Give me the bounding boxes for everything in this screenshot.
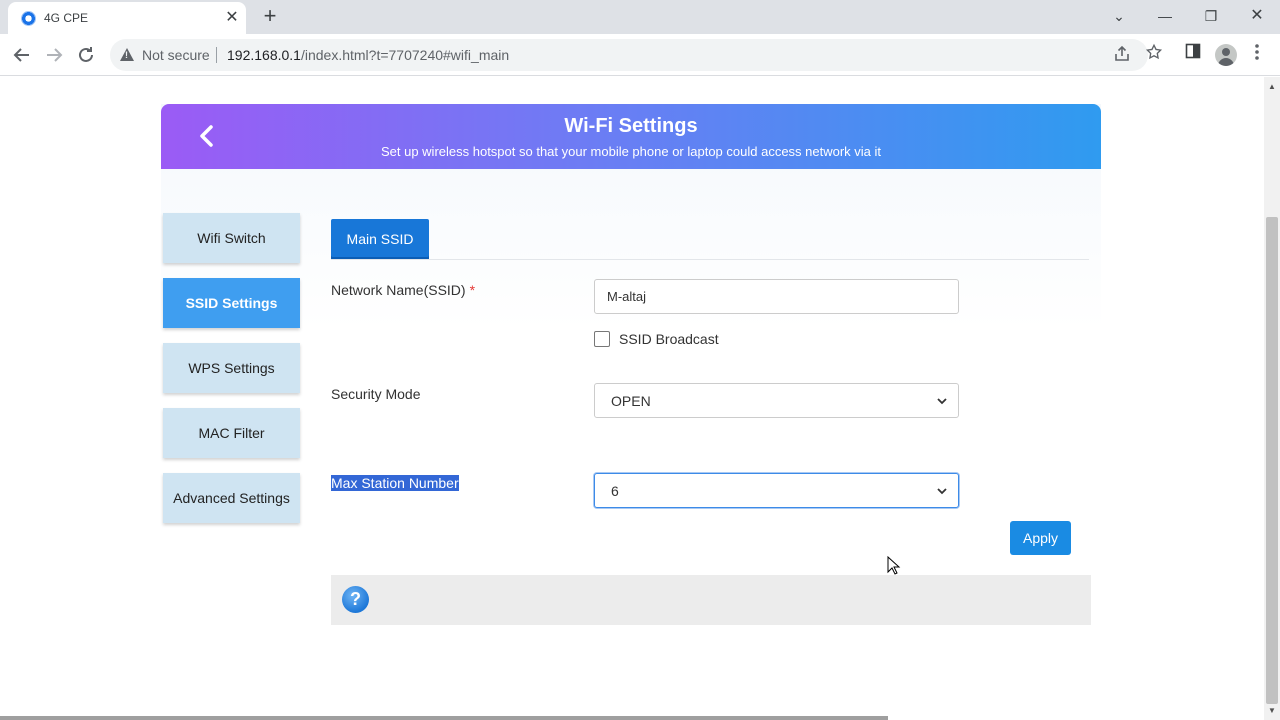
security-status[interactable]: Not secure bbox=[142, 47, 210, 63]
ssid-broadcast-checkbox[interactable] bbox=[594, 331, 610, 347]
close-window-button[interactable]: ✕ bbox=[1245, 5, 1269, 27]
ssid-input[interactable] bbox=[594, 279, 959, 314]
sidebar-item-mac-filter[interactable]: MAC Filter bbox=[163, 408, 300, 458]
tab-divider bbox=[331, 259, 1089, 260]
ssid-broadcast-label[interactable]: SSID Broadcast bbox=[619, 331, 719, 347]
security-mode-select[interactable]: OPEN bbox=[594, 383, 959, 418]
page-header-banner: Wi-Fi Settings Set up wireless hotspot s… bbox=[161, 104, 1101, 169]
max-station-select[interactable]: 6 bbox=[594, 473, 959, 508]
browser-toolbar: Not secure 192.168.0.1/index.html?t=7707… bbox=[0, 34, 1280, 76]
address-separator bbox=[216, 47, 217, 63]
security-mode-label: Security Mode bbox=[331, 386, 421, 402]
chevron-down-icon bbox=[937, 398, 947, 405]
scroll-up-icon[interactable]: ▲ bbox=[1264, 79, 1280, 95]
sidebar-item-advanced-settings[interactable]: Advanced Settings bbox=[163, 473, 300, 523]
forward-icon[interactable] bbox=[42, 43, 66, 67]
horizontal-scrollbar[interactable] bbox=[0, 716, 888, 720]
browser-tab[interactable]: 4G CPE ✕ bbox=[8, 2, 246, 34]
profile-avatar-icon[interactable] bbox=[1215, 44, 1237, 66]
warning-icon[interactable] bbox=[120, 48, 134, 61]
reload-icon[interactable] bbox=[74, 43, 98, 67]
share-icon[interactable] bbox=[1112, 45, 1132, 65]
site-favicon-icon bbox=[21, 11, 36, 26]
help-bar: ? bbox=[331, 575, 1091, 625]
ssid-field-label: Network Name(SSID) * bbox=[331, 282, 475, 298]
bookmark-star-icon[interactable] bbox=[1142, 43, 1166, 67]
max-station-label: Max Station Number bbox=[331, 475, 459, 491]
chevron-down-icon bbox=[937, 488, 947, 495]
sidebar-item-wifi-switch[interactable]: Wifi Switch bbox=[163, 213, 300, 263]
page-subtitle: Set up wireless hotspot so that your mob… bbox=[380, 144, 882, 159]
scrollbar-thumb[interactable] bbox=[1266, 217, 1278, 704]
side-panel-icon[interactable] bbox=[1181, 43, 1205, 67]
address-bar[interactable]: Not secure 192.168.0.1/index.html?t=7707… bbox=[110, 39, 1148, 71]
tab-close-icon[interactable]: ✕ bbox=[222, 8, 242, 28]
ssid-label-text: Network Name(SSID) bbox=[331, 282, 466, 298]
help-icon[interactable]: ? bbox=[342, 586, 369, 613]
tab-title: 4G CPE bbox=[44, 11, 89, 25]
tab-search-icon[interactable]: ⌄ bbox=[1107, 5, 1131, 27]
security-mode-value: OPEN bbox=[611, 393, 651, 409]
apply-button[interactable]: Apply bbox=[1010, 521, 1071, 555]
tab-main-ssid[interactable]: Main SSID bbox=[331, 219, 429, 260]
back-icon[interactable] bbox=[10, 43, 34, 67]
sidebar-item-wps-settings[interactable]: WPS Settings bbox=[163, 343, 300, 393]
max-station-value: 6 bbox=[611, 483, 619, 499]
url-host: 192.168.0.1 bbox=[227, 47, 301, 63]
required-marker: * bbox=[469, 282, 476, 298]
new-tab-button[interactable]: + bbox=[258, 5, 282, 29]
browser-tab-strip: 4G CPE ✕ + ⌄ — ❐ ✕ bbox=[0, 0, 1280, 34]
page-title: Wi-Fi Settings bbox=[564, 115, 698, 137]
scroll-down-icon[interactable]: ▼ bbox=[1264, 703, 1280, 719]
url-path: /index.html?t=7707240#wifi_main bbox=[300, 47, 510, 63]
mouse-cursor-icon bbox=[887, 556, 901, 575]
sidebar-item-ssid-settings[interactable]: SSID Settings bbox=[163, 278, 300, 328]
menu-dots-icon[interactable] bbox=[1245, 43, 1269, 67]
minimize-window-button[interactable]: — bbox=[1153, 5, 1177, 27]
max-station-label-text: Max Station Number bbox=[331, 475, 459, 491]
restore-window-button[interactable]: ❐ bbox=[1199, 5, 1223, 27]
url-text[interactable]: 192.168.0.1/index.html?t=7707240#wifi_ma… bbox=[227, 47, 509, 63]
